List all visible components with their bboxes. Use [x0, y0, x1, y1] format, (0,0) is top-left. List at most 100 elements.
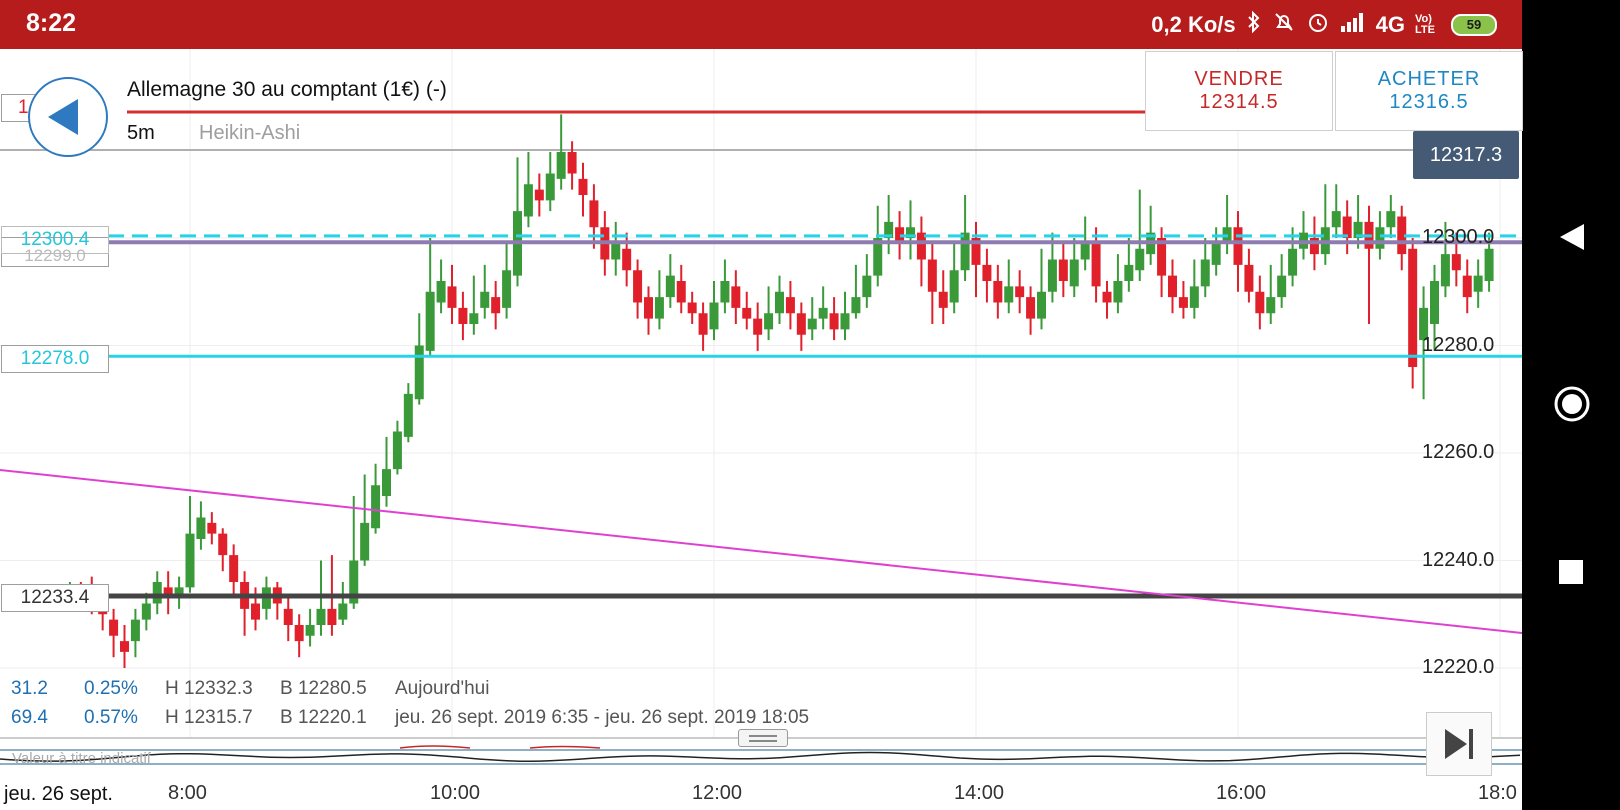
bluetooth-icon	[1246, 10, 1262, 40]
candle-body	[130, 619, 140, 642]
candle-body	[840, 313, 850, 330]
buy-label: ACHETER	[1377, 68, 1481, 90]
info-row-range: 69.4 0.57% H 12315.7 B 12220.1 jeu. 26 sept.…	[11, 707, 809, 729]
y-tick-label: 12260.0	[1422, 441, 1495, 463]
candle-body	[807, 318, 817, 330]
candle-body	[556, 152, 566, 179]
candle-body	[676, 281, 686, 303]
candle-body	[152, 582, 162, 604]
signal-icon	[1340, 11, 1366, 39]
candle-body	[1375, 227, 1385, 249]
candle-body	[338, 603, 348, 620]
candle-body	[960, 232, 970, 271]
candle-body	[1211, 243, 1221, 265]
candle-body	[1069, 259, 1079, 287]
high-value: H 12315.7	[165, 707, 253, 728]
candle-body	[742, 307, 752, 319]
pane-resize-handle[interactable]	[738, 729, 788, 747]
skip-to-latest-button[interactable]	[1426, 712, 1492, 776]
candle-body	[993, 281, 1003, 303]
nav-recents-icon[interactable]	[1559, 560, 1583, 584]
info-row-today: 31.2 0.25% H 12332.3 B 12280.5 Aujourd'hui	[11, 678, 489, 700]
candle-body	[1004, 286, 1014, 303]
sell-button[interactable]: VENDRE 12314.5	[1145, 51, 1333, 131]
candle-body	[371, 485, 381, 529]
date-label: jeu. 26 sept.	[0, 778, 149, 810]
candle-body	[731, 286, 741, 308]
candle-body	[796, 313, 806, 335]
candle-body	[1135, 248, 1145, 271]
candle-body	[753, 318, 763, 335]
candle-body	[196, 517, 206, 539]
arrow-left-icon	[48, 99, 78, 135]
candle-body	[687, 302, 697, 314]
candle-body	[949, 270, 959, 303]
indicator-note: Valeur à titre indicatif	[12, 750, 151, 767]
change-percent: 0.25%	[84, 678, 138, 699]
x-tick-label: 14:00	[954, 782, 1005, 804]
candle-body	[1473, 275, 1483, 292]
candle-body	[1408, 248, 1418, 367]
candle-body	[720, 281, 730, 303]
candle-body	[982, 264, 992, 281]
level-label-support[interactable]: 12278.0	[1, 345, 109, 373]
low-value: B 12280.5	[280, 678, 367, 699]
network-speed: 0,2 Ko/s	[1151, 12, 1236, 37]
candle-body	[1266, 297, 1276, 314]
candle-body	[589, 200, 599, 228]
candle-body	[120, 641, 129, 652]
candle-body	[305, 625, 315, 636]
timeframe-selector[interactable]: 5m	[127, 122, 155, 145]
trend-line	[0, 469, 1522, 634]
candle-body	[578, 178, 588, 195]
level-label-dashed[interactable]: 12300.4	[1, 226, 109, 254]
buy-price: 12316.5	[1389, 91, 1469, 113]
candle-body	[709, 302, 719, 330]
candle-body	[294, 625, 304, 642]
chart-type-selector[interactable]: Heikin-Ashi	[199, 122, 300, 145]
candle-body	[1386, 211, 1396, 228]
candle-body	[109, 619, 119, 636]
candle-body	[1451, 254, 1461, 271]
indicator-line-red	[529, 745, 601, 749]
candle-body	[644, 297, 653, 319]
candle-body	[382, 469, 391, 496]
high-value: H 12332.3	[165, 678, 253, 699]
sell-label: VENDRE	[1194, 68, 1284, 90]
candle-body	[458, 307, 468, 324]
period-label: jeu. 26 sept. 2019 6:35 - jeu. 26 sept. …	[395, 707, 810, 728]
candle-body	[1080, 243, 1090, 260]
level-label-black[interactable]: 12233.4	[1, 584, 109, 612]
change-value: 69.4	[11, 707, 48, 728]
candle-body	[1102, 291, 1112, 303]
skip-end-icon	[1445, 729, 1473, 759]
candle-body	[1484, 248, 1494, 281]
buy-button[interactable]: ACHETER 12316.5	[1335, 51, 1523, 131]
candle-body	[360, 522, 370, 561]
candle-body	[1277, 275, 1287, 298]
x-tick-label: 10:00	[430, 782, 481, 804]
android-nav-bar	[1522, 0, 1620, 810]
candle-body	[403, 393, 413, 437]
candle-body	[1430, 281, 1439, 324]
candle-body	[1440, 254, 1450, 287]
y-tick-label: 12300.0	[1422, 226, 1495, 248]
candle-body	[207, 522, 217, 534]
candle-body	[1331, 211, 1341, 228]
nav-back-icon[interactable]	[1558, 222, 1586, 257]
candle-body	[1124, 264, 1134, 281]
candle-body	[414, 345, 424, 400]
candle-body	[1058, 259, 1068, 281]
alarm-icon	[1306, 10, 1330, 40]
low-value: B 12220.1	[280, 707, 367, 728]
candle-body	[1189, 286, 1199, 308]
candle-body	[502, 270, 512, 308]
x-tick-label: 18:0	[1478, 782, 1517, 804]
candle-body	[1178, 297, 1188, 308]
period-label: Aujourd'hui	[395, 678, 490, 699]
back-button[interactable]	[28, 77, 108, 157]
candle-body	[436, 281, 446, 303]
nav-home-icon[interactable]	[1554, 386, 1590, 427]
status-bar: 8:22 0,2 Ko/s 4G Vo) LTE 59	[0, 0, 1522, 49]
candle-body	[1255, 291, 1265, 314]
